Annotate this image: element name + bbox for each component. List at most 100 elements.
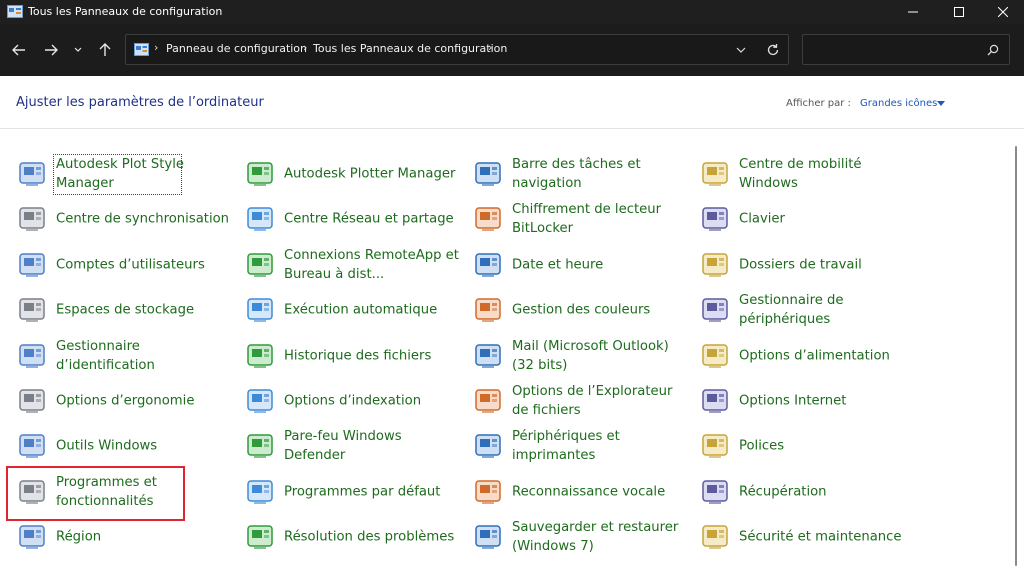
view-by-dropdown[interactable]: Grandes icônes (860, 98, 937, 109)
mail-microsoft-outlook-32-bits-icon (475, 343, 501, 368)
control-panel-item-centre-de-mobilite-windows[interactable]: Centre de mobilité Windows (699, 154, 919, 194)
control-panel-item-recuperation[interactable]: Récupération (699, 472, 919, 512)
options-d-alimentation-icon (702, 343, 728, 368)
control-panel-item-options-d-alimentation[interactable]: Options d’alimentation (699, 336, 919, 376)
control-panel-item-label: Polices (739, 438, 785, 454)
minimize-button[interactable] (890, 0, 936, 24)
control-panel-item-label: Outils Windows (56, 438, 158, 454)
control-panel-item-espaces-de-stockage[interactable]: Espaces de stockage (16, 290, 236, 330)
control-panel-item-label: Options d’ergonomie (56, 393, 195, 409)
forward-button[interactable] (40, 40, 62, 60)
search-icon[interactable] (987, 44, 999, 56)
vertical-scrollbar[interactable] (1013, 140, 1019, 573)
up-button[interactable] (94, 40, 116, 60)
control-panel-item-label: Mail (Microsoft Outlook) (32 bits) (512, 338, 669, 373)
programmes-par-defaut-icon (247, 480, 273, 504)
control-panel-item-dossiers-de-travail[interactable]: Dossiers de travail (699, 245, 919, 285)
control-panel-item-programmes-par-defaut[interactable]: Programmes par défaut (244, 472, 464, 512)
address-bar[interactable]: › Panneau de configuration › Tous les Pa… (125, 34, 789, 65)
options-d-indexation-icon (247, 389, 273, 413)
chevron-down-icon (74, 47, 82, 52)
outils-windows-icon (19, 434, 45, 459)
control-panel-item-outils-windows[interactable]: Outils Windows (16, 426, 236, 466)
dropdown-caret-icon[interactable] (937, 101, 945, 106)
header-divider (0, 128, 1024, 129)
reconnaissance-vocale-icon (475, 480, 501, 504)
highlight-box (6, 466, 185, 521)
breadcrumb-all-items[interactable]: Tous les Panneaux de configuration (313, 42, 507, 55)
autodesk-plot-style-manager-icon (19, 162, 45, 186)
centre-reseau-et-partage-icon (247, 207, 273, 232)
control-panel-item-label: Dossiers de travail (739, 257, 862, 273)
maximize-button[interactable] (936, 0, 982, 24)
back-button[interactable] (8, 40, 30, 60)
control-panel-item-barre-des-taches-et-navigation[interactable]: Barre des tâches et navigation (472, 154, 692, 194)
control-panel-item-label: Espaces de stockage (56, 302, 195, 318)
control-panel-item-centre-de-synchronisation[interactable]: Centre de synchronisation (16, 199, 236, 239)
recent-locations-button[interactable] (67, 40, 89, 60)
breadcrumb-control-panel[interactable]: Panneau de configuration (166, 42, 307, 55)
control-panel-item-polices[interactable]: Polices (699, 426, 919, 466)
control-panel-item-connexions-remoteapp-et-bureau-a-dist[interactable]: Connexions RemoteApp et Bureau à dist... (244, 245, 464, 285)
close-button[interactable] (980, 0, 1024, 24)
control-panel-item-centre-reseau-et-partage[interactable]: Centre Réseau et partage (244, 199, 464, 239)
control-panel-item-label: Sauvegarder et restaurer (Windows 7) (512, 520, 679, 555)
control-panel-item-options-de-l-explorateur-de-fichiers[interactable]: Options de l’Explorateur de fichiers (472, 381, 692, 421)
historique-des-fichiers-icon (247, 343, 273, 368)
securite-et-maintenance-icon (702, 525, 728, 550)
control-panel-item-label: Date et heure (512, 257, 604, 273)
control-panel-item-label: Barre des tâches et navigation (512, 157, 641, 191)
control-panel-item-mail-microsoft-outlook-32-bits[interactable]: Mail (Microsoft Outlook) (32 bits) (472, 336, 692, 376)
control-panel-item-chiffrement-de-lecteur-bitlocker[interactable]: Chiffrement de lecteur BitLocker (472, 199, 692, 239)
control-panel-item-label: Options Internet (739, 393, 847, 409)
control-panel-item-label: Récupération (739, 484, 827, 500)
chiffrement-de-lecteur-bitlocker-icon (475, 207, 501, 232)
control-panel-item-autodesk-plotter-manager[interactable]: Autodesk Plotter Manager (244, 154, 464, 194)
control-panel-item-label: Comptes d’utilisateurs (56, 257, 205, 273)
control-panel-item-label: Centre de synchronisation (56, 211, 230, 227)
search-input[interactable] (809, 40, 983, 60)
minimize-icon (908, 11, 918, 13)
chevron-down-icon[interactable] (736, 47, 746, 54)
control-panel-item-label: Options d’alimentation (739, 348, 890, 364)
polices-icon (702, 434, 728, 459)
espaces-de-stockage-icon (19, 298, 45, 323)
control-panel-item-label: Sécurité et maintenance (739, 529, 902, 545)
control-panel-item-label: Options d’indexation (284, 393, 422, 409)
control-panel-icon (134, 43, 149, 56)
window-title: Tous les Panneaux de configuration (28, 5, 223, 18)
control-panel-item-region[interactable]: Région (16, 517, 236, 557)
control-panel-item-gestionnaire-de-peripheriques[interactable]: Gestionnaire de périphériques (699, 290, 919, 330)
scrollbar-thumb[interactable] (1015, 146, 1017, 566)
control-panel-item-resolution-des-problemes[interactable]: Résolution des problèmes (244, 517, 464, 557)
control-panel-item-label: Gestionnaire d’identification (56, 338, 155, 373)
control-panel-item-clavier[interactable]: Clavier (699, 199, 919, 239)
control-panel-item-sauvegarder-et-restaurer-windows-7[interactable]: Sauvegarder et restaurer (Windows 7) (472, 517, 692, 557)
barre-des-taches-et-navigation-icon (475, 162, 501, 186)
breadcrumb-separator-icon: › (154, 41, 159, 54)
options-d-ergonomie-icon (19, 389, 45, 413)
control-panel-item-comptes-d-utilisateurs[interactable]: Comptes d’utilisateurs (16, 245, 236, 285)
sauvegarder-et-restaurer-windows-7-icon (475, 525, 501, 550)
breadcrumb-separator-icon: › (303, 41, 308, 54)
control-panel-item-execution-automatique[interactable]: Exécution automatique (244, 290, 464, 330)
refresh-icon[interactable] (766, 43, 780, 57)
control-panel-item-date-et-heure[interactable]: Date et heure (472, 245, 692, 285)
control-panel-item-options-d-ergonomie[interactable]: Options d’ergonomie (16, 381, 236, 421)
control-panel-item-reconnaissance-vocale[interactable]: Reconnaissance vocale (472, 472, 692, 512)
control-panel-item-label: Connexions RemoteApp et Bureau à dist... (284, 247, 459, 282)
control-panel-item-gestion-des-couleurs[interactable]: Gestion des couleurs (472, 290, 692, 330)
control-panel-item-options-d-indexation[interactable]: Options d’indexation (244, 381, 464, 421)
control-panel-item-peripheriques-et-imprimantes[interactable]: Périphériques et imprimantes (472, 426, 692, 466)
control-panel-item-label: Centre de mobilité Windows (739, 157, 862, 191)
control-panel-item-label: Chiffrement de lecteur BitLocker (512, 202, 662, 237)
navigation-bar: › Panneau de configuration › Tous les Pa… (0, 24, 1024, 76)
control-panel-item-securite-et-maintenance[interactable]: Sécurité et maintenance (699, 517, 919, 557)
resolution-des-problemes-icon (247, 525, 273, 550)
control-panel-item-gestionnaire-d-identification[interactable]: Gestionnaire d’identification (16, 336, 236, 376)
control-panel-item-pare-feu-windows-defender[interactable]: Pare-feu Windows Defender (244, 426, 464, 466)
control-panel-item-options-internet[interactable]: Options Internet (699, 381, 919, 421)
clavier-icon (702, 207, 728, 232)
control-panel-item-historique-des-fichiers[interactable]: Historique des fichiers (244, 336, 464, 376)
search-box[interactable] (802, 34, 1010, 65)
